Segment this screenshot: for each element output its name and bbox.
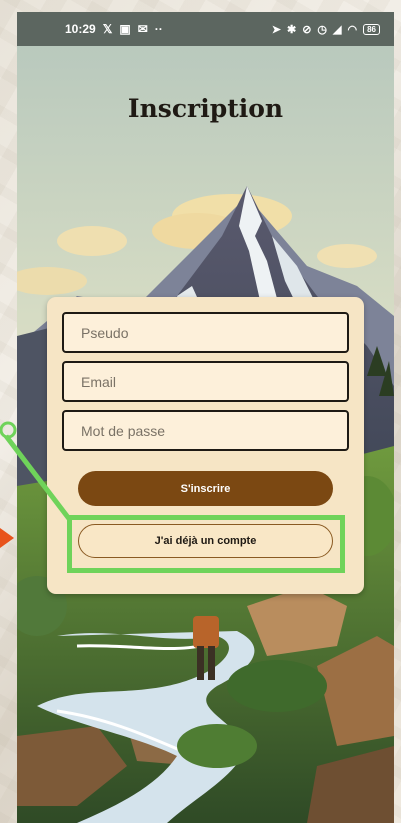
page-title: Inscription	[127, 94, 284, 123]
email-input[interactable]	[81, 373, 330, 390]
status-bar: 10:29 𝕏 ▣ ✉ ·· ➤ ✱ ⊘ ◷ ◢ ◠ 86	[17, 12, 394, 46]
more-icon: ··	[154, 22, 163, 36]
location-icon: ➤	[271, 23, 281, 36]
mail-icon: ✉	[137, 22, 148, 36]
notification-icon: ▣	[119, 22, 131, 36]
wifi-icon: ◠	[347, 23, 358, 36]
already-have-account-button[interactable]: J'ai déjà un compte	[78, 524, 333, 558]
status-right: ➤ ✱ ⊘ ◷ ◢ ◠ 86	[272, 23, 380, 36]
alarm-off-icon: ⊘	[302, 23, 312, 36]
signal-icon: ◢	[333, 23, 342, 36]
battery-icon: 86	[363, 23, 380, 35]
pseudo-input[interactable]	[81, 324, 330, 341]
password-field[interactable]	[62, 410, 349, 451]
pseudo-field[interactable]	[62, 312, 349, 353]
status-left: 10:29 𝕏 ▣ ✉ ··	[65, 22, 163, 36]
phone-screen: 10:29 𝕏 ▣ ✉ ·· ➤ ✱ ⊘ ◷ ◢ ◠ 86 Inscriptio…	[17, 12, 394, 823]
bluetooth-icon: ✱	[286, 23, 297, 36]
status-time: 10:29	[65, 22, 96, 36]
signup-form-card: S'inscrire J'ai déjà un compte	[47, 297, 364, 594]
x-icon: 𝕏	[102, 22, 113, 36]
password-input[interactable]	[81, 422, 330, 439]
alarm-icon: ◷	[317, 23, 328, 36]
email-field[interactable]	[62, 361, 349, 402]
signup-button[interactable]: S'inscrire	[78, 471, 333, 506]
